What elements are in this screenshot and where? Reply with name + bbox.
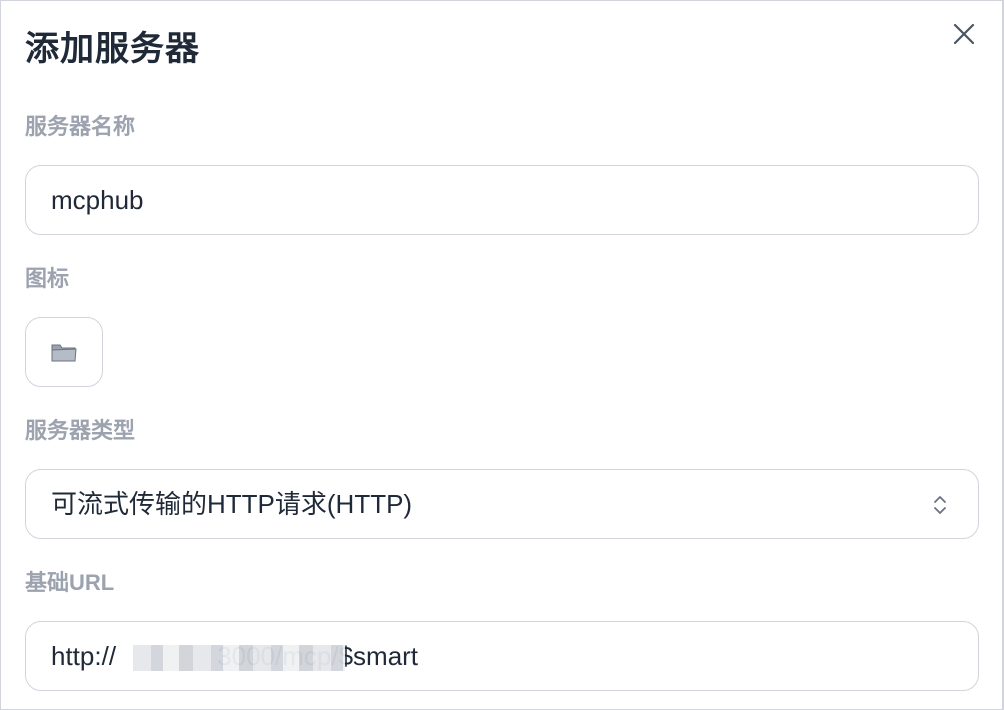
folder-icon [51,344,77,362]
close-icon [953,23,975,45]
base-url-label: 基础URL [25,570,115,595]
server-name-input[interactable]: mcphub [25,165,979,235]
add-server-dialog: 添加服务器 服务器名称 mcphub 图标 服务器类型 可流式传输的HTTP请求… [0,0,1004,710]
server-name-value: mcphub [51,185,144,215]
server-name-label: 服务器名称 [25,114,136,139]
dialog-title: 添加服务器 [25,30,200,68]
server-type-select[interactable]: 可流式传输的HTTP请求(HTTP) [25,469,979,539]
redaction-blur [133,645,345,671]
base-url-wrapper: http:// 3000/mcp/$smart [51,639,418,673]
server-type-value: 可流式传输的HTTP请求(HTTP) [51,489,413,519]
icon-label: 图标 [25,266,70,291]
base-url-input[interactable]: http:// 3000/mcp/$smart [25,621,979,691]
close-button[interactable] [947,17,981,51]
chevron-up-down-icon [934,496,946,514]
server-type-label: 服务器类型 [25,418,136,443]
icon-picker-button[interactable] [25,317,103,387]
